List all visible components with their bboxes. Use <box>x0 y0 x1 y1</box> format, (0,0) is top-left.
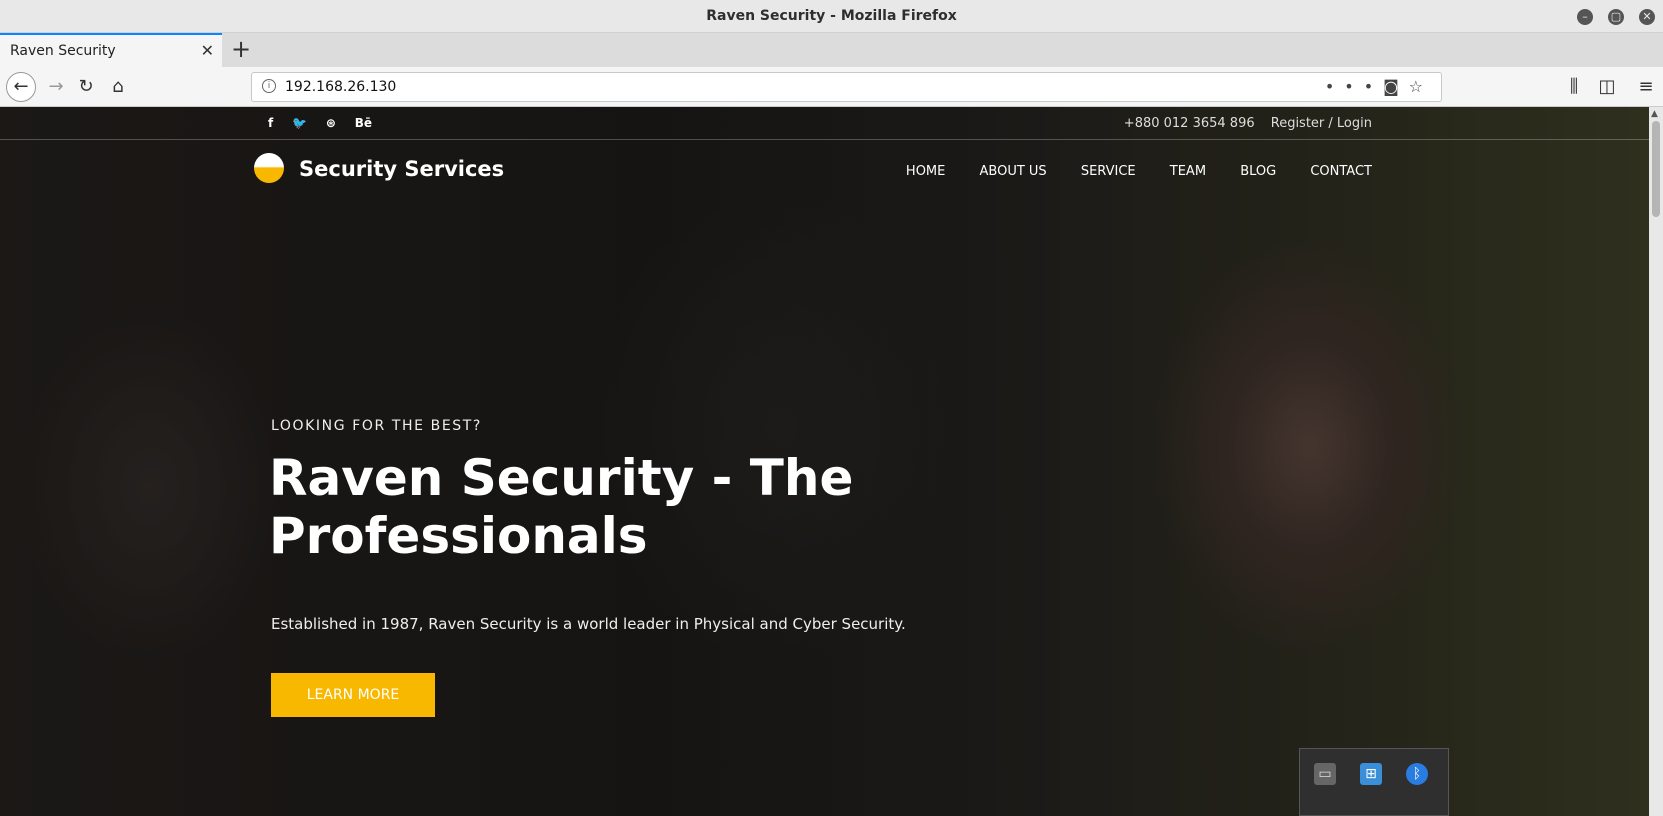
brand-name[interactable]: Security Services <box>299 157 504 181</box>
tab-strip: Raven Security ✕ + <box>0 33 1663 67</box>
bluetooth-icon[interactable]: ᛒ <box>1406 763 1428 785</box>
site-info-icon[interactable]: i <box>262 79 276 93</box>
url-bar[interactable]: i 192.168.26.130 •••◙☆ <box>251 72 1442 102</box>
reload-button[interactable]: ↻ <box>72 73 100 101</box>
new-tab-button[interactable]: + <box>231 35 251 63</box>
pocket-icon[interactable]: ◙ <box>1383 77 1409 96</box>
facebook-icon[interactable]: f <box>268 116 273 130</box>
navigation-toolbar: ← → ↻ ⌂ i 192.168.26.130 •••◙☆ ⫼ ◫ ≡ <box>0 67 1663 107</box>
tab-raven-security[interactable]: Raven Security ✕ <box>0 33 222 67</box>
register-login-link[interactable]: Register / Login <box>1271 116 1372 131</box>
forward-button[interactable]: → <box>42 73 70 101</box>
menu-about-us[interactable]: ABOUT US <box>980 164 1047 179</box>
menu-team[interactable]: TEAM <box>1170 164 1206 179</box>
hero-title: Raven Security - The Professionals <box>269 449 854 565</box>
network-icon[interactable]: ⊞ <box>1360 763 1382 785</box>
dribbble-icon[interactable]: ⊛ <box>326 116 336 130</box>
urlbar-actions[interactable]: •••◙☆ <box>1325 77 1433 96</box>
learn-more-button[interactable]: LEARN MORE <box>271 673 435 717</box>
menu-hamburger-icon[interactable]: ≡ <box>1632 73 1660 101</box>
maximize-button[interactable]: ▢ <box>1608 9 1624 25</box>
page-actions-icon[interactable]: ••• <box>1325 77 1383 96</box>
twitter-icon[interactable]: 🐦 <box>292 116 307 130</box>
tab-close-icon[interactable]: ✕ <box>201 41 214 60</box>
social-links: f 🐦 ⊛ Bē <box>268 116 387 130</box>
minimize-button[interactable]: – <box>1577 9 1593 25</box>
hero-description: Established in 1987, Raven Security is a… <box>271 615 906 633</box>
system-tray-popup: ▭ ⊞ ᛒ <box>1299 748 1449 816</box>
tab-label: Raven Security <box>10 43 116 59</box>
menu-contact[interactable]: CONTACT <box>1310 164 1372 179</box>
scroll-up-icon[interactable]: ▲ <box>1651 109 1658 119</box>
library-icon[interactable]: ⫼ <box>1560 73 1588 101</box>
home-button[interactable]: ⌂ <box>104 73 132 101</box>
display-icon[interactable]: ▭ <box>1314 763 1336 785</box>
page-scrollbar[interactable]: ▲ <box>1649 107 1663 816</box>
page-topbar: f 🐦 ⊛ Bē +880 012 3654 896 Register / Lo… <box>0 107 1649 140</box>
hero-kicker: LOOKING FOR THE BEST? <box>271 418 482 434</box>
menu-blog[interactable]: BLOG <box>1240 164 1276 179</box>
menu-service[interactable]: SERVICE <box>1081 164 1136 179</box>
logo-icon <box>254 153 284 183</box>
web-page: f 🐦 ⊛ Bē +880 012 3654 896 Register / Lo… <box>0 107 1649 816</box>
contact-info: +880 012 3654 896 Register / Login <box>1112 116 1372 131</box>
sidebar-icon[interactable]: ◫ <box>1593 73 1621 101</box>
back-button[interactable]: ← <box>6 72 36 102</box>
bookmark-star-icon[interactable]: ☆ <box>1409 77 1433 96</box>
scrollbar-thumb[interactable] <box>1652 121 1660 217</box>
window-titlebar: Raven Security - Mozilla Firefox – ▢ ✕ <box>0 0 1663 33</box>
phone-number: +880 012 3654 896 <box>1123 116 1255 131</box>
menu-home[interactable]: HOME <box>906 164 945 179</box>
window-title: Raven Security - Mozilla Firefox <box>706 8 957 24</box>
behance-icon[interactable]: Bē <box>355 116 372 130</box>
url-text[interactable]: 192.168.26.130 <box>285 79 396 95</box>
close-window-button[interactable]: ✕ <box>1639 9 1655 25</box>
main-menu: HOME ABOUT US SERVICE TEAM BLOG CONTACT <box>876 164 1372 179</box>
